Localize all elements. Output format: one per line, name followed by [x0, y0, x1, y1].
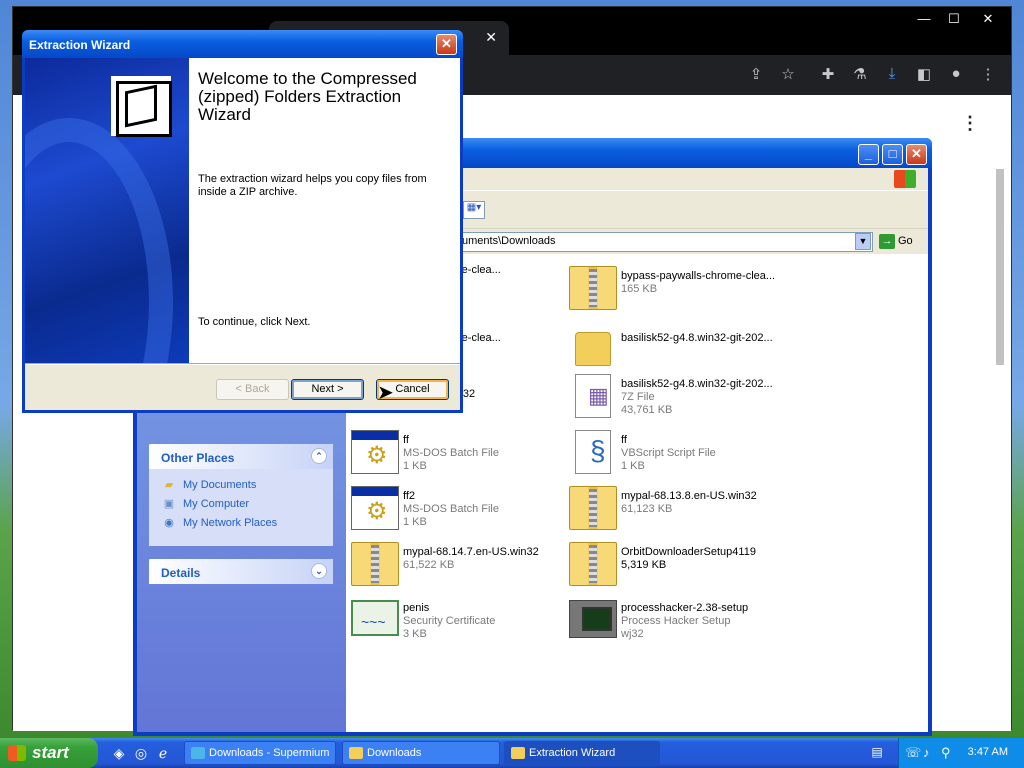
details-panel: Details ⌄ [149, 559, 333, 584]
certificate-icon [351, 600, 399, 636]
go-arrow-icon: → [879, 234, 895, 249]
link-my-computer[interactable]: ▣ My Computer [149, 494, 333, 513]
file-item[interactable]: ffVBScript Script File1 KB [569, 428, 779, 478]
taskbar: start ◈ ◎ ℯ Downloads - Supermium Downlo… [0, 738, 1024, 768]
file-item[interactable]: ff2MS-DOS Batch File1 KB [351, 484, 561, 534]
search-icon[interactable]: ⚲ [941, 745, 951, 761]
wizard-content: Welcome to the Compressed (zipped) Folde… [189, 58, 460, 363]
minimize-icon[interactable]: — [909, 11, 939, 26]
file-item[interactable]: basilisk52-g4.8.win32-git-202...7Z File4… [569, 372, 779, 422]
quicklaunch-media-icon[interactable]: ◎ [132, 745, 150, 762]
file-item[interactable]: mypal-68.14.7.en-US.win32 61,522 KB [351, 540, 561, 590]
network-icon[interactable]: ☏ [905, 745, 921, 761]
menu-kebab-icon[interactable]: ⋮ [977, 65, 999, 83]
file-item[interactable]: penisSecurity Certificate3 KB [351, 596, 561, 646]
download-icon[interactable]: ⤓ [881, 65, 903, 82]
back-button[interactable]: < Back [216, 379, 289, 400]
batch-file-icon [351, 486, 399, 530]
maximize-icon[interactable]: ☐ [939, 11, 969, 27]
views-icon[interactable]: ▦▾ [463, 201, 485, 219]
close-icon[interactable]: ✕ [973, 11, 1003, 27]
other-places-header[interactable]: Other Places ⌃ [149, 444, 333, 469]
zip-folder-icon [569, 486, 617, 530]
next-button[interactable]: Next > [291, 379, 364, 400]
process-hacker-icon [569, 600, 617, 638]
wizard-body: Welcome to the Compressed (zipped) Folde… [25, 58, 460, 410]
file-item[interactable]: mypal-68.13.8.en-US.win32 61,123 KB [569, 484, 779, 534]
link-my-documents[interactable]: ▰ My Documents [149, 475, 333, 494]
wizard-separator [25, 363, 460, 365]
file-item[interactable]: ffMS-DOS Batch File1 KB [351, 428, 561, 478]
quicklaunch-internet-explorer-icon[interactable]: ℯ [154, 745, 172, 762]
wizard-description: The extraction wizard helps you copy fil… [198, 173, 427, 198]
vbscript-file-icon [575, 430, 611, 474]
extensions-icon[interactable]: ✚ [817, 65, 839, 83]
7z-file-icon [575, 374, 611, 418]
extraction-wizard-dialog: Extraction Wizard ✕ Welcome to the Compr… [22, 30, 463, 413]
file-item[interactable]: OrbitDownloaderSetup4119 5,319 KB [569, 540, 779, 590]
other-places-panel: Other Places ⌃ ▰ My Documents ▣ My Compute… [149, 444, 333, 546]
profile-avatar-icon[interactable]: ● [945, 65, 967, 82]
page-menu-kebab-icon[interactable]: ⋮ [961, 113, 979, 134]
labs-flask-icon[interactable]: ⚗ [849, 65, 871, 83]
vertical-scrollbar[interactable] [995, 155, 1005, 725]
keyboard-layout-icon[interactable]: ▤ [868, 745, 886, 759]
explorer-close-icon[interactable]: ✕ [906, 144, 927, 165]
task-downloads-folder[interactable]: Downloads [342, 741, 500, 765]
share-icon[interactable]: ⇪ [745, 65, 767, 83]
wizard-close-icon[interactable]: ✕ [436, 34, 457, 55]
task-downloads-supermium[interactable]: Downloads - Supermium [184, 741, 336, 765]
bookmark-star-icon[interactable]: ☆ [777, 65, 799, 83]
mouse-cursor-icon: ➤ [377, 382, 394, 404]
expand-chevron-icon[interactable]: ⌄ [311, 563, 327, 579]
collapse-chevron-icon[interactable]: ⌃ [311, 448, 327, 464]
zip-folder-icon [569, 542, 617, 586]
system-tray: ☏ ♪ ⚲ 3:47 AM [898, 738, 1024, 768]
side-panel-icon[interactable]: ◧ [913, 65, 935, 83]
wizard-title-bar[interactable]: Extraction Wizard ✕ [22, 30, 463, 58]
zip-folder-icon [351, 542, 399, 586]
file-item[interactable]: processhacker-2.38-setup Process Hacker S… [569, 596, 779, 646]
file-item[interactable]: bypass-paywalls-chrome-clea... 165 KB [569, 264, 779, 314]
wizard-heading: Welcome to the Compressed (zipped) Folde… [198, 69, 417, 124]
task-extraction-wizard[interactable]: Extraction Wizard [504, 741, 660, 765]
folder-icon [575, 332, 611, 366]
clock: 3:47 AM [967, 746, 1008, 758]
wizard-title: Extraction Wizard [29, 38, 131, 52]
details-header[interactable]: Details ⌄ [149, 559, 333, 584]
batch-file-icon [351, 430, 399, 474]
explorer-minimize-icon[interactable]: _ [858, 144, 879, 165]
go-button[interactable]: → Go [879, 234, 913, 249]
explorer-maximize-icon[interactable]: □ [882, 144, 903, 165]
windows-logo-icon [8, 745, 26, 761]
wizard-continue-text: To continue, click Next. [198, 316, 311, 328]
zipped-folders-logo-icon [111, 76, 172, 137]
volume-icon[interactable]: ♪ [923, 745, 930, 760]
windows-flag-icon [894, 170, 916, 188]
link-my-network-places[interactable]: ◉ My Network Places [149, 513, 333, 532]
file-item[interactable]: basilisk52-g4.8.win32-git-202... [569, 326, 779, 376]
start-button[interactable]: start [0, 738, 98, 768]
address-dropdown-icon[interactable]: ▼ [855, 233, 871, 250]
wizard-side-banner [25, 58, 189, 363]
quicklaunch-show-desktop-icon[interactable]: ◈ [110, 745, 128, 762]
zip-folder-icon [569, 266, 617, 310]
tab-close-icon[interactable]: ✕ [485, 29, 497, 46]
